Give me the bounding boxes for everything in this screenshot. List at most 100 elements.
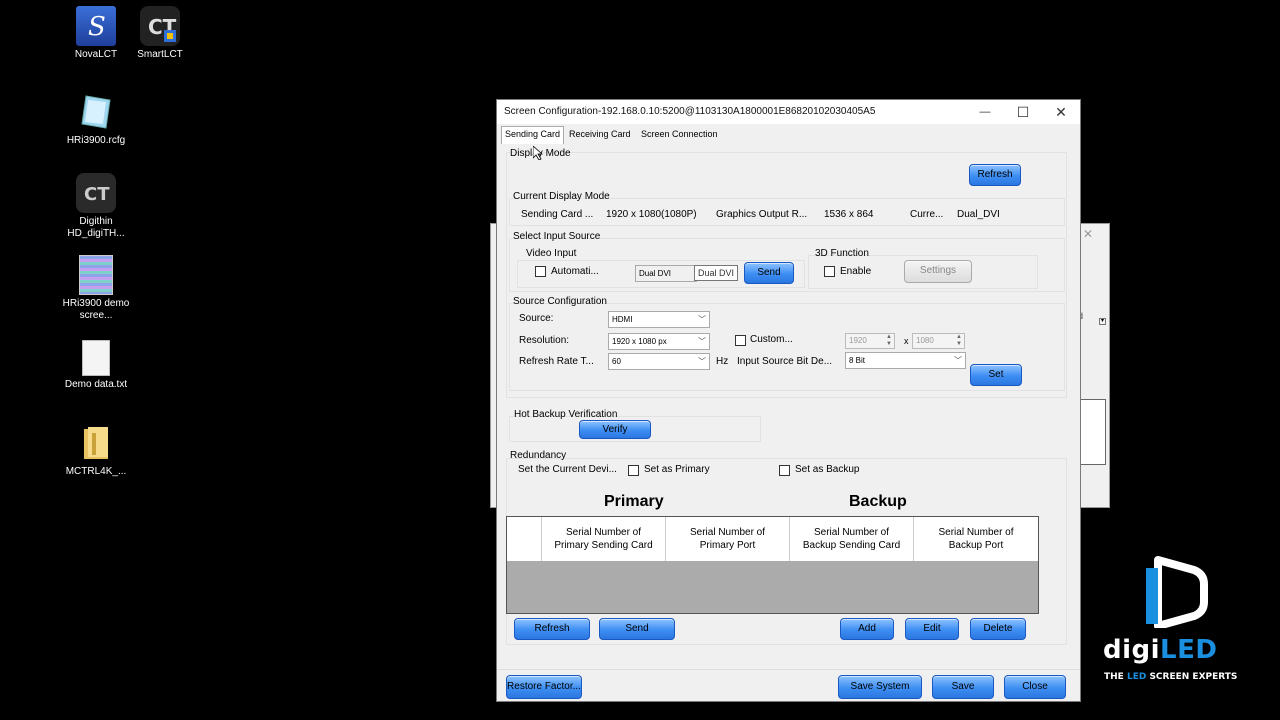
screen-configuration-window: Screen Configuration-192.168.0.10:5200@1…	[496, 99, 1081, 714]
sending-card-value: 1920 x 1080(1080P)	[606, 209, 697, 220]
video-input-tooltip: Dual DVI	[694, 265, 739, 281]
maximize-button[interactable]: ☐	[1004, 100, 1042, 124]
digiled-logo: digiLED THE LED SCREEN EXPERTS	[1100, 556, 1250, 686]
desktop-icon-label: Digithin HD_digiTH...	[67, 216, 125, 239]
table-header-primary-card: Serial Number of Primary Sending Card	[542, 517, 666, 561]
close-button[interactable]: Close	[1004, 675, 1066, 699]
display-refresh-button[interactable]: Refresh	[969, 164, 1021, 186]
chevron-down-icon: ﹀	[698, 357, 706, 366]
set-as-primary-label: Set as Primary	[644, 464, 710, 475]
video-input-value: Dual DVI	[639, 269, 672, 278]
redundancy-table: Serial Number of Primary Sending Card Se…	[506, 516, 1039, 614]
tab-screen-connection[interactable]: Screen Connection	[638, 127, 721, 143]
automatic-checkbox[interactable]	[535, 266, 546, 277]
folder-icon	[76, 423, 116, 463]
desktop-icon-mctrl4k[interactable]: MCTRL4K_...	[56, 423, 136, 478]
redundancy-label: Redundancy	[510, 450, 567, 461]
dimension-separator: x	[904, 336, 909, 346]
chevron-down-icon: ﹀	[698, 315, 706, 324]
brand-name-digi: digi	[1103, 635, 1161, 665]
novalct-app-icon: S	[76, 6, 116, 46]
set-source-button[interactable]: Set	[970, 364, 1022, 386]
digithin-app-icon: CT	[76, 173, 116, 213]
table-header-backup-card: Serial Number of Backup Sending Card	[790, 517, 914, 561]
rcfg-file-icon	[76, 92, 116, 132]
graphics-output-value: 1536 x 864	[824, 209, 874, 220]
desktop-icon-smartlct[interactable]: CT SmartLCT	[120, 6, 200, 61]
redundancy-edit-button[interactable]: Edit	[905, 618, 959, 640]
set-as-primary-checkbox[interactable]	[628, 465, 639, 476]
refresh-rate-select[interactable]: 60 ﹀	[608, 353, 710, 370]
3d-enable-checkbox[interactable]	[824, 266, 835, 277]
verify-button[interactable]: Verify	[579, 420, 651, 439]
custom-width-value: 1920	[849, 336, 867, 345]
save-system-config-button[interactable]: Save System Co...	[838, 675, 922, 714]
title-bar: Screen Configuration-192.168.0.10:5200@1…	[497, 100, 1080, 124]
input-source-label: Select Input Source	[513, 231, 601, 242]
hz-label: Hz	[716, 356, 729, 367]
source-configuration-label: Source Configuration	[513, 296, 607, 307]
redundancy-delete-button[interactable]: Delete	[970, 618, 1026, 640]
redundancy-send-button[interactable]: Send	[599, 618, 675, 640]
text-file-icon	[82, 340, 110, 376]
custom-resolution-checkbox[interactable]	[735, 335, 746, 346]
desktop-icon-label: SmartLCT	[137, 49, 183, 60]
smartlct-app-icon: CT	[140, 6, 180, 46]
source-select[interactable]: HDMI ﹀	[608, 311, 710, 328]
background-scroll-icon: ▾	[1099, 318, 1106, 325]
spinner-arrows-icon: ▲ ▼	[886, 334, 892, 347]
tagline-led: LED	[1126, 672, 1147, 682]
desktop-icon-label: MCTRL4K_...	[65, 466, 127, 477]
custom-height-input[interactable]: 1080 ▲ ▼	[912, 333, 965, 349]
video-input-label: Video Input	[526, 248, 577, 259]
digiled-logo-mark	[1146, 556, 1208, 628]
digiled-wordmark: digiLED	[1103, 635, 1217, 665]
desktop-icon-label: Demo data.txt	[64, 379, 128, 390]
automatic-label: Automati...	[551, 266, 599, 277]
desktop-icon-demo-data[interactable]: Demo data.txt	[56, 340, 136, 391]
chevron-down-icon: ﹀	[954, 356, 962, 365]
set-current-device-label: Set the Current Devi...	[518, 464, 617, 475]
bit-depth-value: 8 Bit	[849, 356, 866, 365]
save-button[interactable]: Save	[932, 675, 994, 699]
desktop-icon-demo-screen[interactable]: HRi3900 demo scree...	[56, 255, 136, 322]
digiled-tagline: THE LED SCREEN EXPERTS	[1104, 672, 1237, 682]
custom-width-input[interactable]: 1920 ▲ ▼	[845, 333, 895, 349]
tagline-pre: THE	[1104, 672, 1127, 682]
redundancy-add-button[interactable]: Add	[840, 618, 894, 640]
set-as-backup-label: Set as Backup	[795, 464, 860, 475]
bit-depth-select[interactable]: 8 Bit ﹀	[845, 352, 966, 369]
desktop-icon-digithin[interactable]: CT Digithin HD_digiTH...	[56, 173, 136, 240]
redundancy-refresh-button[interactable]: Refresh	[514, 618, 590, 640]
table-header-index	[507, 517, 542, 561]
restore-factory-button[interactable]: Restore Factor...	[506, 675, 582, 699]
source-label: Source:	[519, 313, 554, 324]
refresh-rate-label: Refresh Rate T...	[519, 356, 594, 367]
primary-heading: Primary	[604, 493, 664, 510]
bit-depth-label: Input Source Bit De...	[737, 356, 833, 367]
custom-resolution-label: Custom...	[750, 334, 793, 345]
desktop-icon-rcfg[interactable]: HRi3900.rcfg	[56, 92, 136, 147]
sending-card-label: Sending Card ...	[521, 209, 594, 220]
3d-function-label: 3D Function	[815, 248, 869, 259]
background-close-icon[interactable]: ✕	[1083, 227, 1093, 241]
current-display-mode-label: Current Display Mode	[513, 191, 610, 202]
minimize-button[interactable]: —	[966, 100, 1004, 124]
graphics-output-label: Graphics Output R...	[716, 209, 808, 220]
image-file-icon	[79, 255, 113, 295]
resolution-select[interactable]: 1920 x 1080 px ﹀	[608, 333, 710, 350]
set-as-backup-checkbox[interactable]	[779, 465, 790, 476]
input-send-button[interactable]: Send	[744, 262, 794, 284]
footer-separator	[497, 669, 1080, 670]
svg-text:CT: CT	[84, 184, 110, 205]
video-input-select[interactable]: Dual DVI	[635, 265, 697, 282]
hot-backup-label: Hot Backup Verification	[514, 409, 618, 420]
resolution-label: Resolution:	[519, 335, 570, 346]
custom-height-value: 1080	[916, 336, 934, 345]
3d-settings-button[interactable]: Settings	[904, 260, 972, 283]
tab-receiving-card[interactable]: Receiving Card	[566, 127, 634, 143]
tab-sending-card[interactable]: Sending Card	[501, 126, 565, 144]
mouse-cursor-icon	[532, 145, 544, 163]
close-window-button[interactable]: ✕	[1042, 100, 1080, 124]
tagline-post: SCREEN EXPERTS	[1146, 672, 1238, 682]
